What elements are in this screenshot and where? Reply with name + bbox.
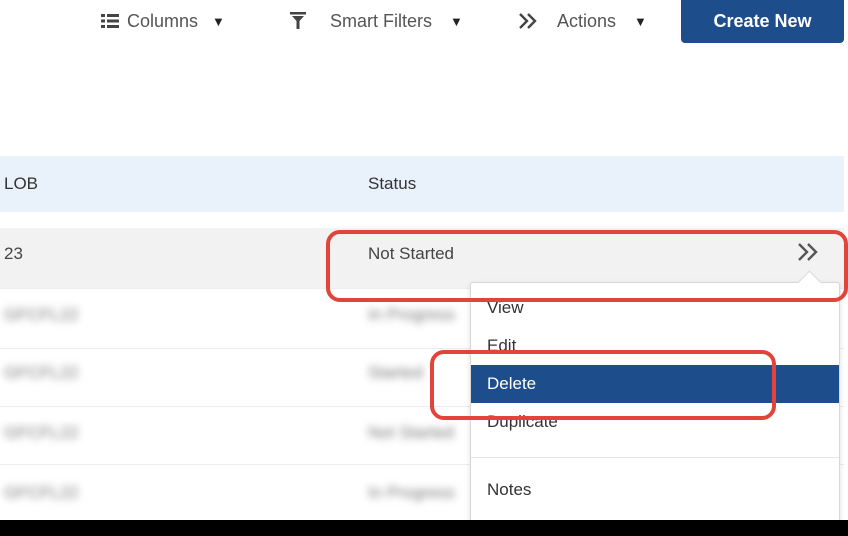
column-header-status[interactable]: Status bbox=[368, 174, 416, 194]
cell-lob: GFCFL22 bbox=[4, 423, 79, 442]
create-new-button[interactable]: Create New bbox=[681, 0, 844, 43]
actions-label: Actions bbox=[557, 10, 617, 31]
funnel-icon bbox=[290, 12, 306, 30]
cell-lob: GFCFL22 bbox=[4, 483, 79, 502]
list-icon bbox=[101, 13, 119, 29]
cell-status: In Progress bbox=[368, 305, 455, 324]
double-chevron-icon bbox=[519, 13, 537, 29]
highlight-row-annotation bbox=[326, 230, 848, 302]
columns-menu[interactable]: Columns ▼ bbox=[101, 10, 225, 32]
caret-down-icon: ▼ bbox=[450, 13, 463, 29]
actions-menu[interactable]: Actions ▼ bbox=[519, 10, 647, 32]
cell-lob: GFCFL22 bbox=[4, 305, 79, 324]
menu-item-audit[interactable]: Audit bbox=[471, 509, 839, 520]
caret-down-icon: ▼ bbox=[212, 13, 225, 29]
smart-filters-menu[interactable]: Smart Filters ▼ bbox=[290, 10, 463, 32]
cell-lob: 23 bbox=[4, 244, 23, 263]
cell-lob: GFCFL22 bbox=[4, 363, 79, 382]
cell-status: In Progress bbox=[368, 483, 455, 502]
toolbar: Columns ▼ Smart Filters ▼ Actions ▼ Crea… bbox=[0, 0, 848, 44]
page: Columns ▼ Smart Filters ▼ Actions ▼ Crea… bbox=[0, 0, 848, 520]
cell-status: Not Started bbox=[368, 423, 454, 442]
highlight-delete-annotation bbox=[430, 350, 776, 420]
smart-filters-label: Smart Filters bbox=[330, 10, 433, 31]
columns-label: Columns bbox=[127, 10, 199, 31]
menu-item-notes[interactable]: Notes bbox=[471, 471, 839, 509]
column-header-lob[interactable]: LOB bbox=[4, 174, 38, 194]
cell-status: Started bbox=[368, 363, 423, 382]
menu-divider bbox=[471, 457, 839, 458]
table-header: LOB Status bbox=[0, 156, 844, 212]
caret-down-icon: ▼ bbox=[634, 13, 647, 29]
